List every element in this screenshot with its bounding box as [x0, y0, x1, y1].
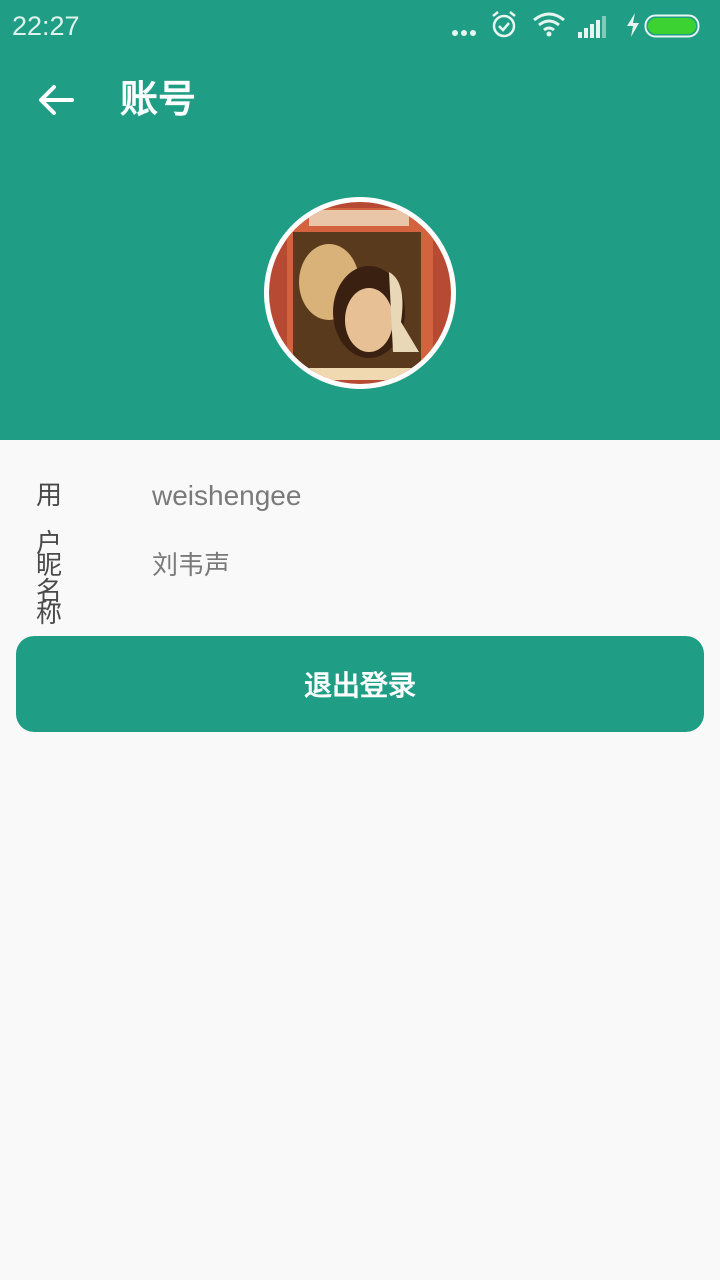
- logout-button[interactable]: 退出登录: [16, 636, 704, 732]
- avatar-image: [269, 202, 451, 384]
- charging-bolt-icon: [627, 13, 639, 37]
- app-bar: 账号: [0, 56, 720, 144]
- signal-icon: [578, 16, 606, 38]
- status-time: 22:27: [12, 11, 80, 41]
- wifi-icon: [533, 12, 565, 37]
- avatar[interactable]: [264, 197, 456, 389]
- arrow-left-icon: [39, 85, 74, 115]
- alarm-icon: [492, 11, 516, 38]
- status-bar: 22:27: [0, 0, 720, 52]
- nickname-value: 刘韦声: [152, 551, 231, 581]
- page-title: 账号: [120, 77, 197, 121]
- back-button[interactable]: [24, 70, 88, 130]
- nickname-label: 昵称: [36, 551, 63, 629]
- battery-icon: [644, 14, 700, 38]
- username-value: weishengee: [152, 480, 302, 511]
- profile-header: 22:27 账号: [0, 0, 720, 440]
